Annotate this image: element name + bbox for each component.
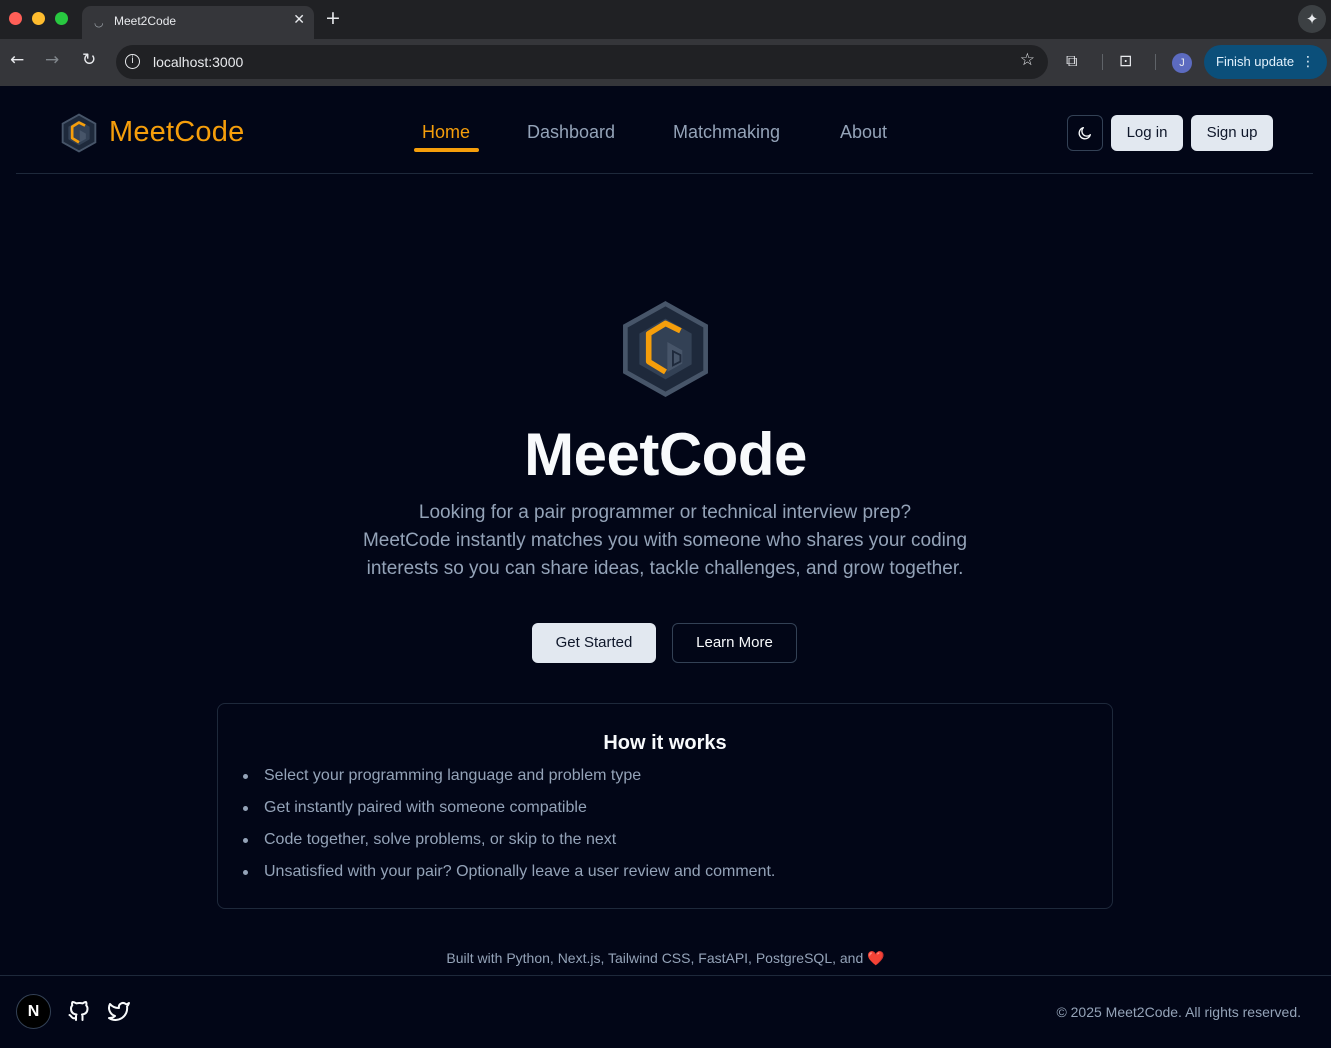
reload-icon[interactable]: ↻	[82, 50, 96, 70]
browser-tab-bar: ◡ Meet2Code ✕ + ✦	[0, 0, 1331, 39]
back-arrow-icon[interactable]: ←	[10, 50, 24, 70]
hero-description: Looking for a pair programmer or technic…	[315, 499, 1015, 583]
address-bar[interactable]: i localhost:3000 ☆	[116, 45, 1048, 79]
star-icon[interactable]: ☆	[1020, 50, 1035, 70]
profile-avatar[interactable]: J	[1172, 53, 1192, 73]
built-with-label: Built with Python, Next.js, Tailwind CSS…	[446, 950, 864, 966]
how-it-works-list: Select your programming language and pro…	[242, 766, 775, 894]
header-divider	[16, 173, 1313, 174]
nav-active-indicator	[414, 148, 479, 152]
footer-divider	[0, 975, 1331, 976]
nav-about[interactable]: About	[840, 122, 887, 143]
tab-close-icon[interactable]: ✕	[293, 12, 305, 28]
url-text[interactable]: localhost:3000	[153, 54, 243, 70]
hero-description-line: MeetCode instantly matches you with some…	[362, 530, 968, 551]
toolbar-divider	[1102, 54, 1103, 70]
info-icon[interactable]: i	[125, 54, 140, 69]
nextjs-icon[interactable]: N	[16, 994, 51, 1029]
github-icon[interactable]	[67, 999, 91, 1023]
tab-loading-icon: ◡	[94, 16, 104, 29]
window-close-button[interactable]	[9, 12, 22, 25]
learn-more-button[interactable]: Learn More	[672, 623, 797, 663]
moon-icon	[1078, 127, 1091, 140]
nav-matchmaking[interactable]: Matchmaking	[673, 122, 780, 143]
finish-update-button[interactable]: Finish update ⋮	[1204, 45, 1327, 79]
extensions-icon[interactable]: ⧉	[1066, 51, 1077, 71]
signup-button[interactable]: Sign up	[1191, 115, 1273, 151]
copyright-text: © 2025 Meet2Code. All rights reserved.	[1056, 1004, 1301, 1020]
how-it-works-title: How it works	[603, 732, 727, 754]
meetcode-logo-icon[interactable]	[60, 113, 98, 153]
brand-name[interactable]: MeetCode	[109, 116, 244, 149]
window-minimize-button[interactable]	[32, 12, 45, 25]
twitter-icon[interactable]	[107, 999, 131, 1023]
new-tab-button[interactable]: +	[325, 7, 341, 29]
built-with-text: Built with Python, Next.js, Tailwind CSS…	[0, 950, 1331, 967]
browser-toolbar: ← → ↻ i localhost:3000 ☆ ⧉ ⊡ J Finish up…	[0, 39, 1331, 86]
tab-search-icon[interactable]: ⊡	[1119, 51, 1132, 70]
list-item: Code together, solve problems, or skip t…	[242, 830, 775, 862]
how-it-works-card: How it works Select your programming lan…	[217, 703, 1113, 909]
get-started-button[interactable]: Get Started	[532, 623, 656, 663]
tab-title: Meet2Code	[114, 14, 177, 28]
meetcode-hero-logo-icon	[623, 301, 708, 397]
finish-update-label: Finish update	[1216, 54, 1295, 69]
gemini-icon[interactable]: ✦	[1298, 5, 1326, 33]
menu-dots-icon[interactable]: ⋮	[1301, 45, 1315, 79]
list-item: Select your programming language and pro…	[242, 766, 775, 798]
forward-arrow-icon[interactable]: →	[45, 50, 59, 70]
hero-description-line: Looking for a pair programmer or technic…	[418, 502, 912, 523]
toolbar-divider	[1155, 54, 1156, 70]
login-button[interactable]: Log in	[1111, 115, 1183, 151]
browser-tab[interactable]: ◡ Meet2Code ✕	[82, 6, 314, 39]
window-zoom-button[interactable]	[55, 12, 68, 25]
list-item: Unsatisfied with your pair? Optionally l…	[242, 862, 775, 894]
theme-toggle-button[interactable]	[1067, 115, 1103, 151]
hero-title: MeetCode	[524, 421, 807, 488]
nav-dashboard[interactable]: Dashboard	[527, 122, 615, 143]
nav-home[interactable]: Home	[422, 122, 470, 143]
heart-icon: ❤️	[867, 951, 885, 967]
hero-description-line: interests so you can share ideas, tackle…	[366, 558, 964, 579]
list-item: Get instantly paired with someone compat…	[242, 798, 775, 830]
